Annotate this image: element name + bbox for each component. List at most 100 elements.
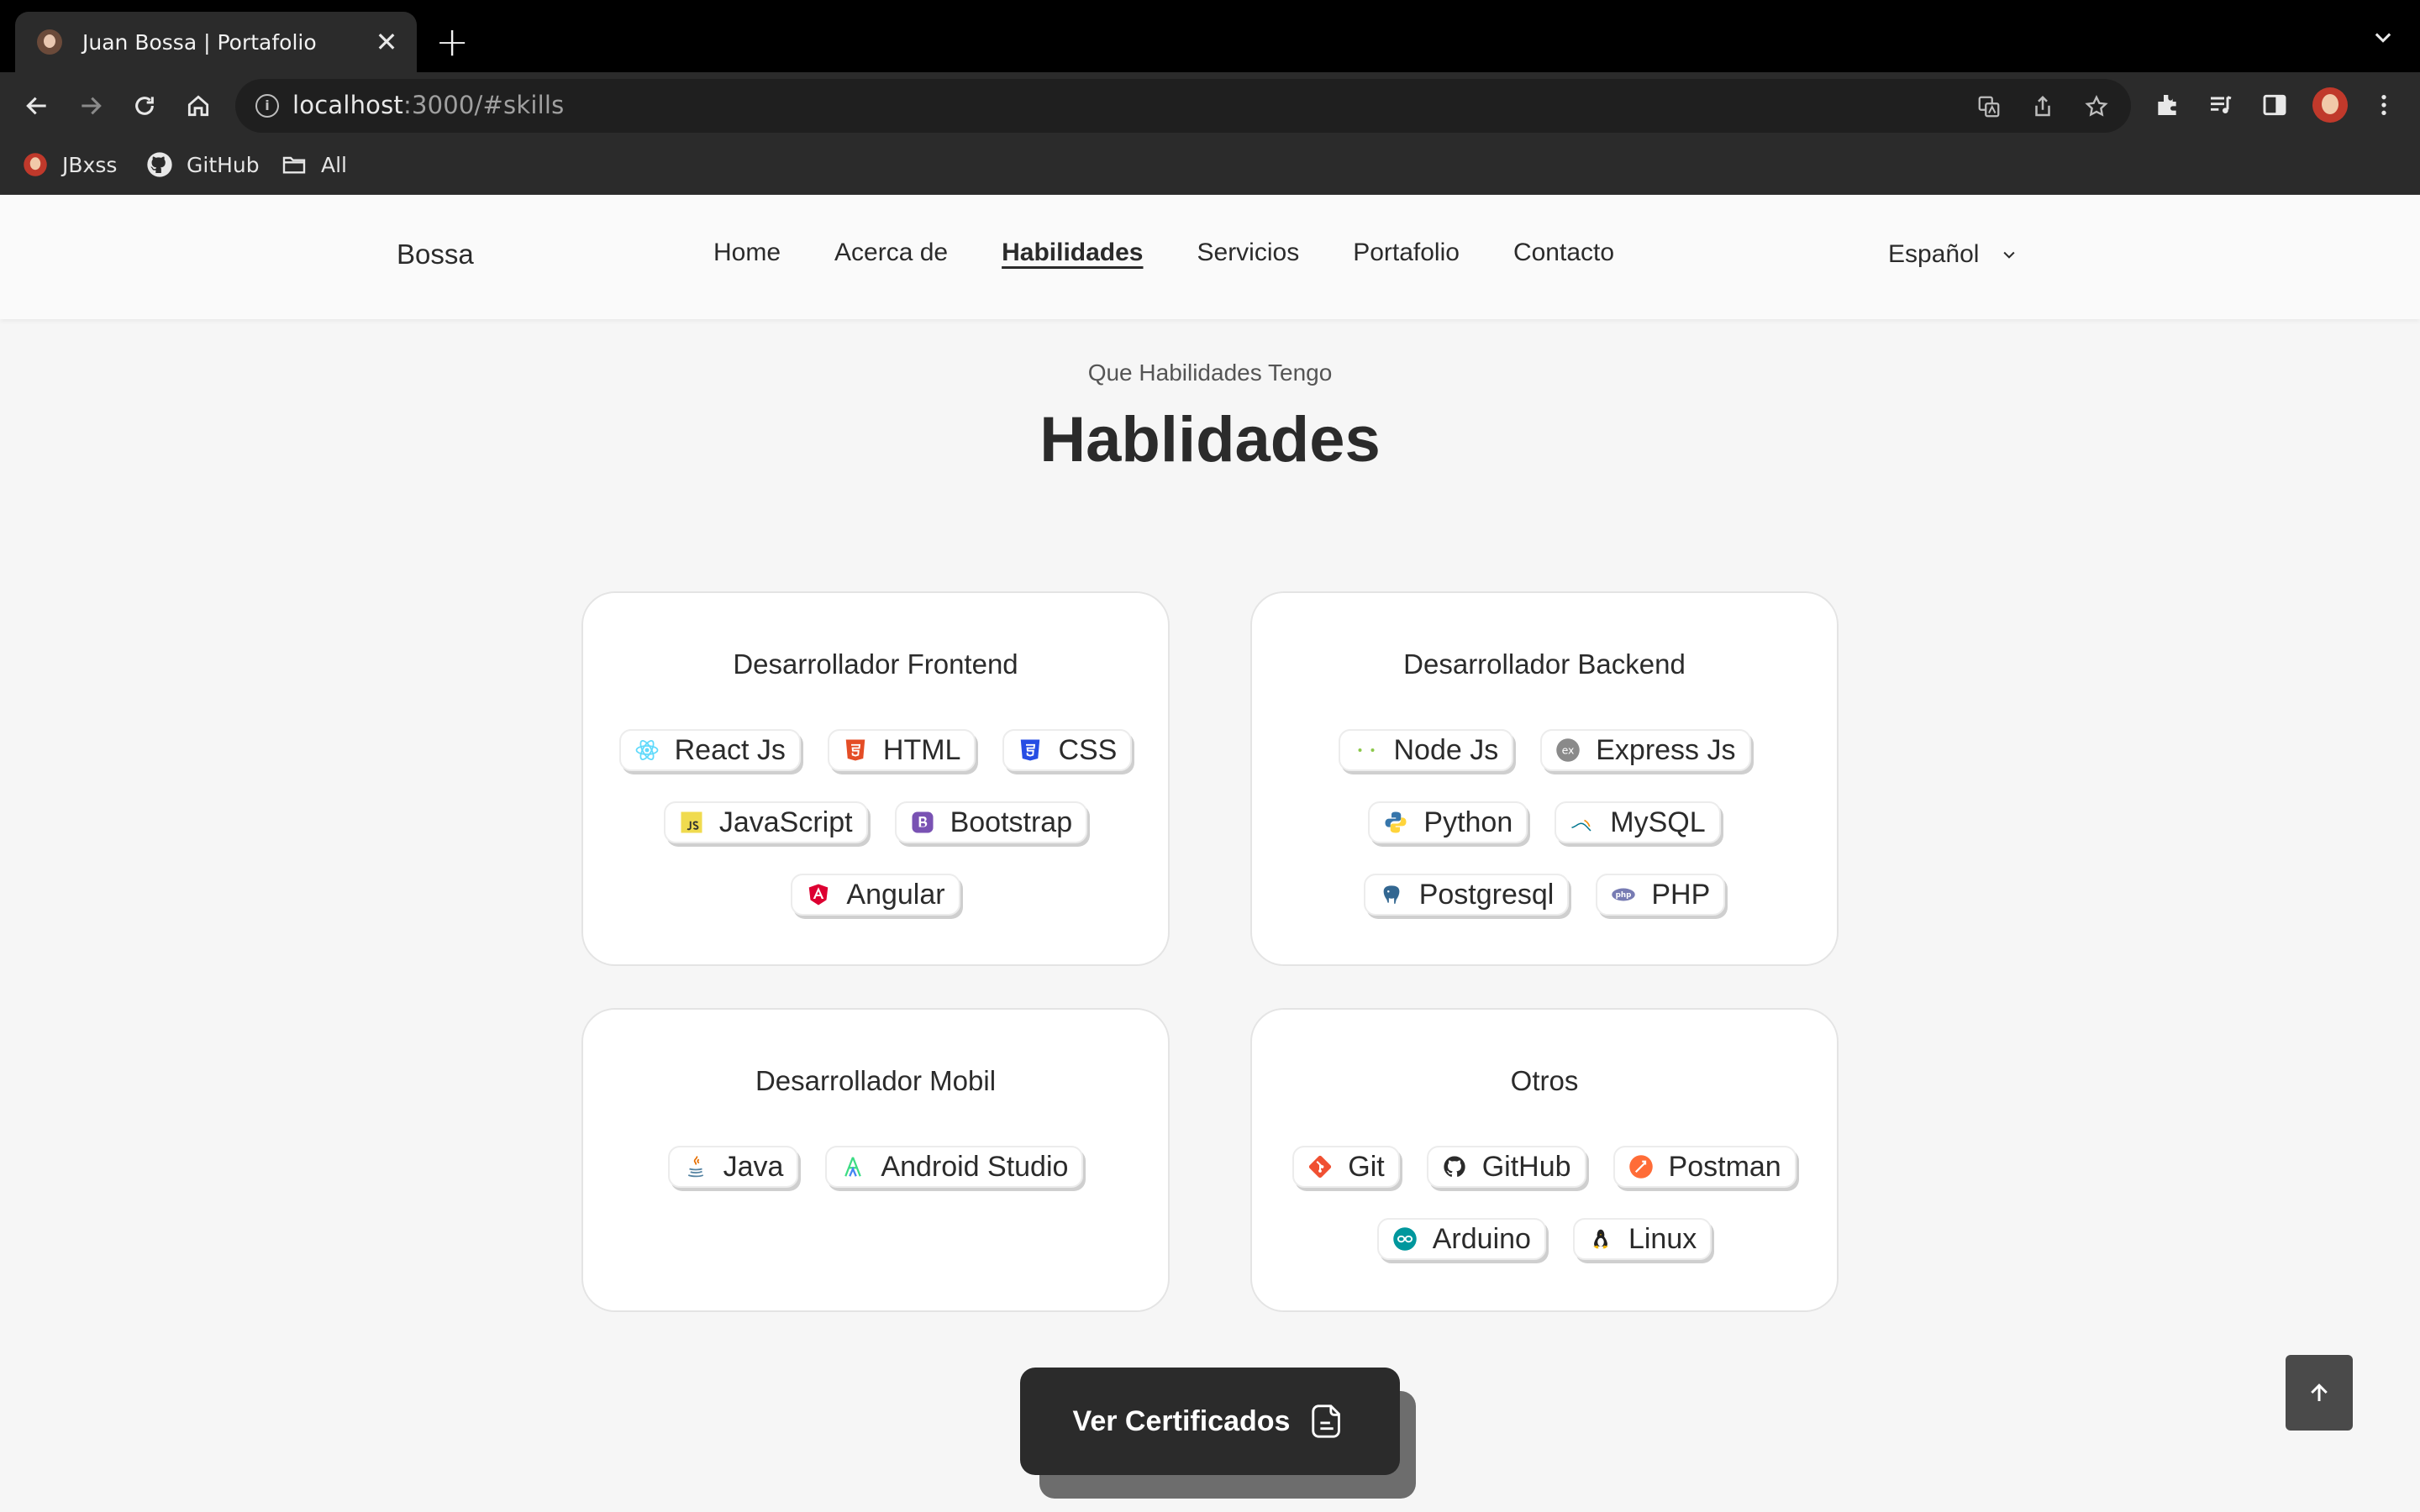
language-select[interactable]: Español xyxy=(1888,240,2018,269)
skill-label: Bootstrap xyxy=(950,806,1073,838)
tab-close-icon[interactable]: ✕ xyxy=(371,27,402,57)
skill-list: Java Android Studio xyxy=(608,1146,1143,1188)
avatar-icon xyxy=(22,151,49,178)
skill-label: GitHub xyxy=(1481,1150,1571,1183)
translate-icon[interactable] xyxy=(1975,92,2003,121)
skills-card-mobile: Desarrollador Mobil Java Android Studio xyxy=(581,1008,1170,1312)
card-title: Desarrollador Mobil xyxy=(755,1065,997,1096)
tab-search-chevron-icon[interactable] xyxy=(2371,25,2395,49)
css3-icon xyxy=(1018,738,1043,763)
forward-button[interactable] xyxy=(74,89,108,123)
main-nav: Home Acerca de Habilidades Servicios Por… xyxy=(713,239,1614,267)
nav-home[interactable]: Home xyxy=(713,239,781,267)
folder-icon xyxy=(281,151,308,178)
skill-chip: ex Express Js xyxy=(1540,729,1751,771)
angular-icon xyxy=(806,882,831,907)
skill-label: CSS xyxy=(1058,733,1118,766)
nav-about[interactable]: Acerca de xyxy=(834,239,948,267)
skill-chip: Python xyxy=(1368,801,1528,843)
view-certificates-button[interactable]: Ver Certificados xyxy=(1020,1368,1400,1475)
skill-chip: Angular xyxy=(791,874,960,916)
nav-skills[interactable]: Habilidades xyxy=(1002,239,1143,267)
browser-tab[interactable]: Juan Bossa | Portafolio ✕ xyxy=(15,12,417,72)
svg-text:ex: ex xyxy=(1562,743,1575,756)
bookmark-github[interactable]: GitHub xyxy=(146,148,260,181)
bookmark-label: JBxss xyxy=(62,152,118,177)
chevron-down-icon xyxy=(2003,251,2015,259)
skill-label: Node Js xyxy=(1393,733,1499,766)
nodejs-icon xyxy=(1354,738,1379,763)
favicon-icon xyxy=(37,29,62,55)
media-control-icon[interactable] xyxy=(2205,89,2237,121)
nav-services[interactable]: Servicios xyxy=(1197,239,1300,267)
skill-chip: Postman xyxy=(1612,1146,1797,1188)
side-panel-icon[interactable] xyxy=(2259,89,2291,121)
skill-chip: MySQL xyxy=(1555,801,1721,843)
skill-label: Express Js xyxy=(1596,733,1736,766)
skill-label: Arduino xyxy=(1432,1222,1531,1255)
git-icon xyxy=(1307,1154,1333,1179)
back-button[interactable] xyxy=(20,89,54,123)
skill-label: Postman xyxy=(1668,1150,1781,1183)
url-path: :3000/#skills xyxy=(402,91,565,119)
bookmark-label: All xyxy=(321,152,347,177)
site-logo[interactable]: Bossa xyxy=(397,239,474,270)
skill-chip: php PHP xyxy=(1596,874,1726,916)
javascript-icon xyxy=(679,810,704,835)
profile-avatar[interactable] xyxy=(2312,87,2348,123)
address-bar[interactable]: i localhost:3000/#skills xyxy=(235,79,2131,133)
menu-kebab-icon[interactable] xyxy=(2368,89,2400,121)
bookmark-star-icon[interactable] xyxy=(2082,92,2111,121)
home-button[interactable] xyxy=(182,89,215,123)
skill-chip: GitHub xyxy=(1426,1146,1586,1188)
skill-label: React Js xyxy=(674,733,786,766)
bootstrap-icon xyxy=(910,810,935,835)
postgresql-icon xyxy=(1379,882,1404,907)
skill-chip: Java xyxy=(667,1146,799,1188)
skill-label: Python xyxy=(1423,806,1513,838)
page-content: Bossa Home Acerca de Habilidades Servici… xyxy=(0,195,2420,1512)
skill-label: Java xyxy=(723,1150,784,1183)
url-text: localhost:3000/#skills xyxy=(292,91,564,119)
site-header: Bossa Home Acerca de Habilidades Servici… xyxy=(0,195,2420,319)
certificates-button-label: Ver Certificados xyxy=(1072,1404,1291,1437)
linux-icon xyxy=(1588,1226,1613,1252)
extensions-icon[interactable] xyxy=(2151,89,2183,121)
bookmark-all-folder[interactable]: All xyxy=(281,148,347,181)
skill-list: React Js HTML CSS JavaScript Bootstrap A… xyxy=(608,729,1143,916)
python-icon xyxy=(1383,810,1408,835)
bookmark-jbxss[interactable]: JBxss xyxy=(22,148,117,181)
back-arrow-icon xyxy=(26,97,46,115)
section-title: Hablidades xyxy=(1039,404,1381,475)
skill-label: Android Studio xyxy=(881,1150,1069,1183)
forward-arrow-icon xyxy=(82,97,102,115)
skill-chip: Git xyxy=(1292,1146,1400,1188)
skill-chip: HTML xyxy=(827,729,976,771)
home-icon xyxy=(187,95,209,117)
reload-button[interactable] xyxy=(128,89,161,123)
skill-label: JavaScript xyxy=(718,806,853,838)
url-host: localhost xyxy=(292,91,403,119)
scroll-to-top-button[interactable] xyxy=(2286,1355,2353,1431)
php-icon: php xyxy=(1611,882,1636,907)
bookmarks-bar: JBxss GitHub All xyxy=(0,138,2420,195)
skill-label: Git xyxy=(1348,1150,1385,1183)
skill-label: PHP xyxy=(1651,878,1711,911)
browser-tabbar: Juan Bossa | Portafolio ✕ + xyxy=(0,0,2420,72)
skill-list: Node Js ex Express Js Python MySQL Postg… xyxy=(1277,729,1812,916)
skill-label: Angular xyxy=(846,878,945,911)
card-title: Desarrollador Backend xyxy=(1403,648,1686,680)
language-value: Español xyxy=(1888,240,1980,268)
skill-label: MySQL xyxy=(1610,806,1706,838)
html5-icon xyxy=(843,738,868,763)
share-icon[interactable] xyxy=(2028,92,2057,121)
svg-text:php: php xyxy=(1616,891,1632,900)
site-info-icon[interactable]: i xyxy=(255,94,279,118)
skill-label: HTML xyxy=(882,733,961,766)
android-studio-icon xyxy=(840,1154,865,1179)
nav-contact[interactable]: Contacto xyxy=(1513,239,1614,267)
skill-chip: Postgresql xyxy=(1363,874,1570,916)
new-tab-button[interactable]: + xyxy=(435,18,469,66)
github-icon xyxy=(1442,1154,1467,1179)
nav-portfolio[interactable]: Portafolio xyxy=(1353,239,1460,267)
